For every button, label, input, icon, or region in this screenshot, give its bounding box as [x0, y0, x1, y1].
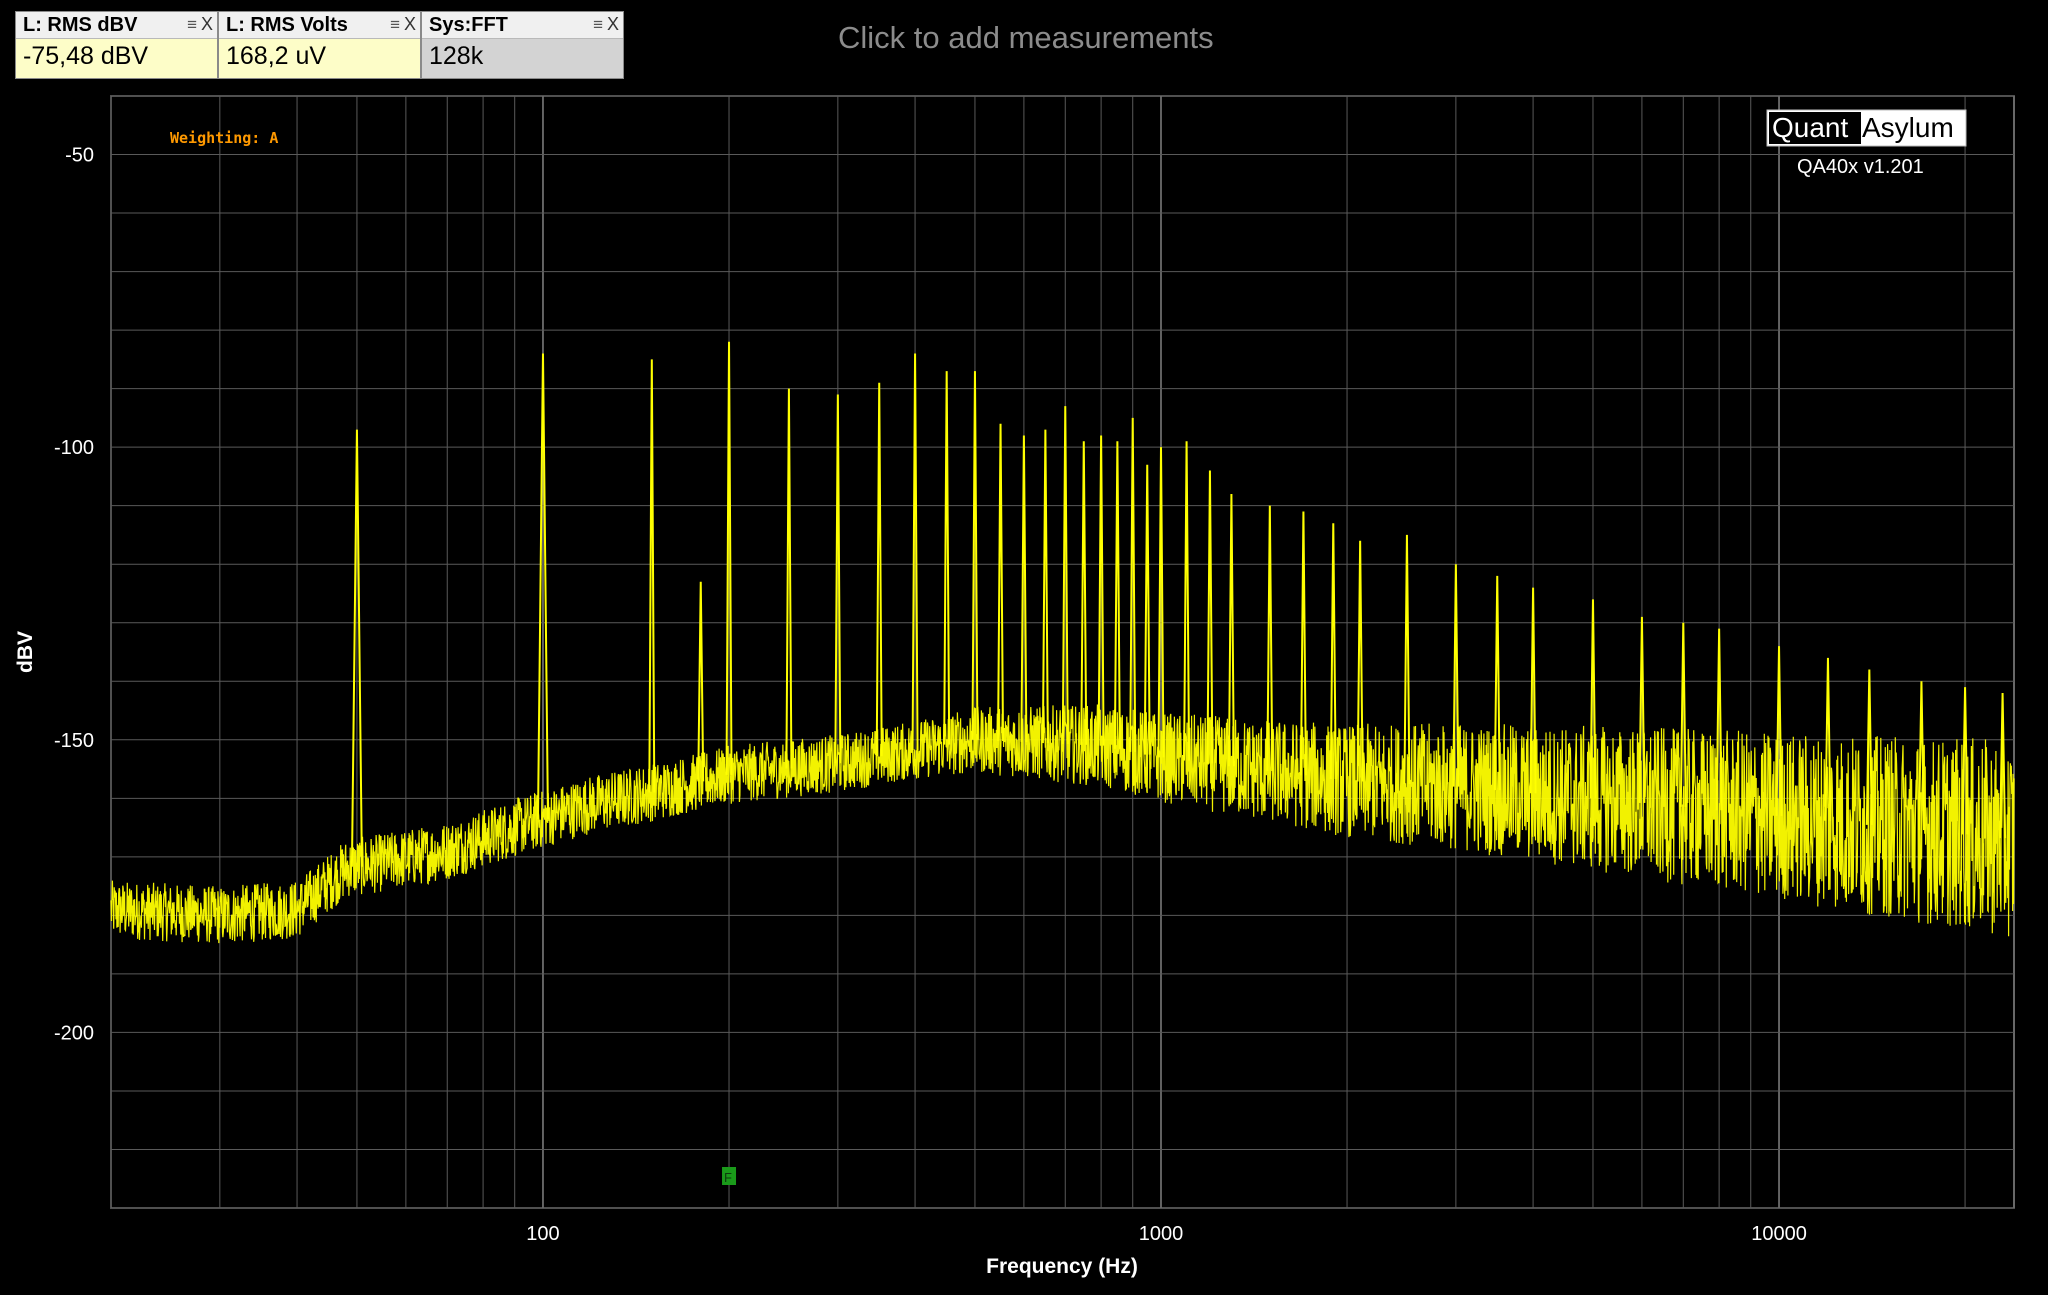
harmonic-peak	[1227, 493, 1235, 767]
x-tick-label: 10000	[1751, 1223, 1807, 1245]
marker-label: F	[724, 1170, 732, 1185]
frequency-marker[interactable]: F	[722, 1167, 737, 1185]
y-tick-label: -200	[54, 1022, 94, 1044]
harmonic-peak	[1143, 464, 1151, 755]
y-tick-label: -50	[65, 145, 94, 167]
brand-version: QA40x v1.201	[1797, 156, 1924, 178]
harmonic-peak	[1266, 505, 1274, 772]
brand-right: Asylum	[1862, 112, 1954, 143]
fft-chart[interactable]: 100 1000 10000 -50 -100 -150 -200 Weighting: A…	[0, 0, 2048, 1295]
x-tick-label: 1000	[1139, 1223, 1184, 1245]
harmonic-peak	[1299, 511, 1307, 776]
harmonic-peak	[943, 371, 951, 745]
brand-left: Quant	[1772, 112, 1848, 143]
weighting-label: Weighting: A	[170, 129, 278, 147]
harmonic-peak	[875, 382, 883, 757]
harmonic-peak	[1041, 429, 1049, 744]
y-axis-label: dBV	[14, 631, 37, 673]
x-tick-label: 100	[526, 1223, 559, 1245]
harmonic-peak	[648, 359, 656, 793]
harmonic-peak	[785, 388, 793, 769]
axis-ticks: 100 1000 10000 -50 -100 -150 -200	[54, 145, 1807, 1245]
harmonic-peak	[1493, 575, 1501, 791]
harmonic-peak	[1080, 441, 1088, 745]
y-tick-label: -100	[54, 437, 94, 459]
harmonic-peak	[1183, 441, 1191, 761]
y-tick-label: -150	[54, 730, 94, 752]
harmonic-peak	[997, 423, 1005, 741]
x-axis-label: Frequency (Hz)	[986, 1255, 1138, 1278]
harmonic-peak	[1113, 441, 1121, 749]
harmonic-peak	[1403, 534, 1411, 784]
brand-logo: Quant Asylum QA40x v1.201	[1766, 109, 1967, 178]
